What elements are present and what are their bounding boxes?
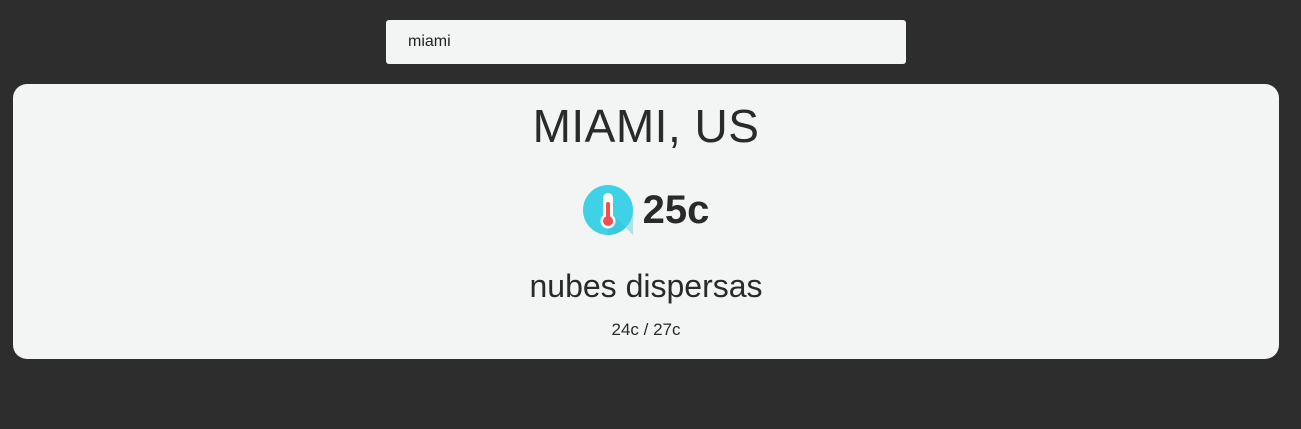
thermometer-icon <box>582 185 633 235</box>
current-temperature: 25c <box>642 188 710 232</box>
weather-description: nubes dispersas <box>529 268 763 304</box>
search-box <box>386 20 906 64</box>
min-max-temperature: 24c / 27c <box>611 320 681 339</box>
search-input[interactable] <box>386 20 906 64</box>
weather-card: MIAMI, US 25c nubes dispersas 24c / 27c <box>13 84 1279 359</box>
city-name: MIAMI, US <box>532 100 760 152</box>
temperature-row: 25c <box>13 183 1279 237</box>
